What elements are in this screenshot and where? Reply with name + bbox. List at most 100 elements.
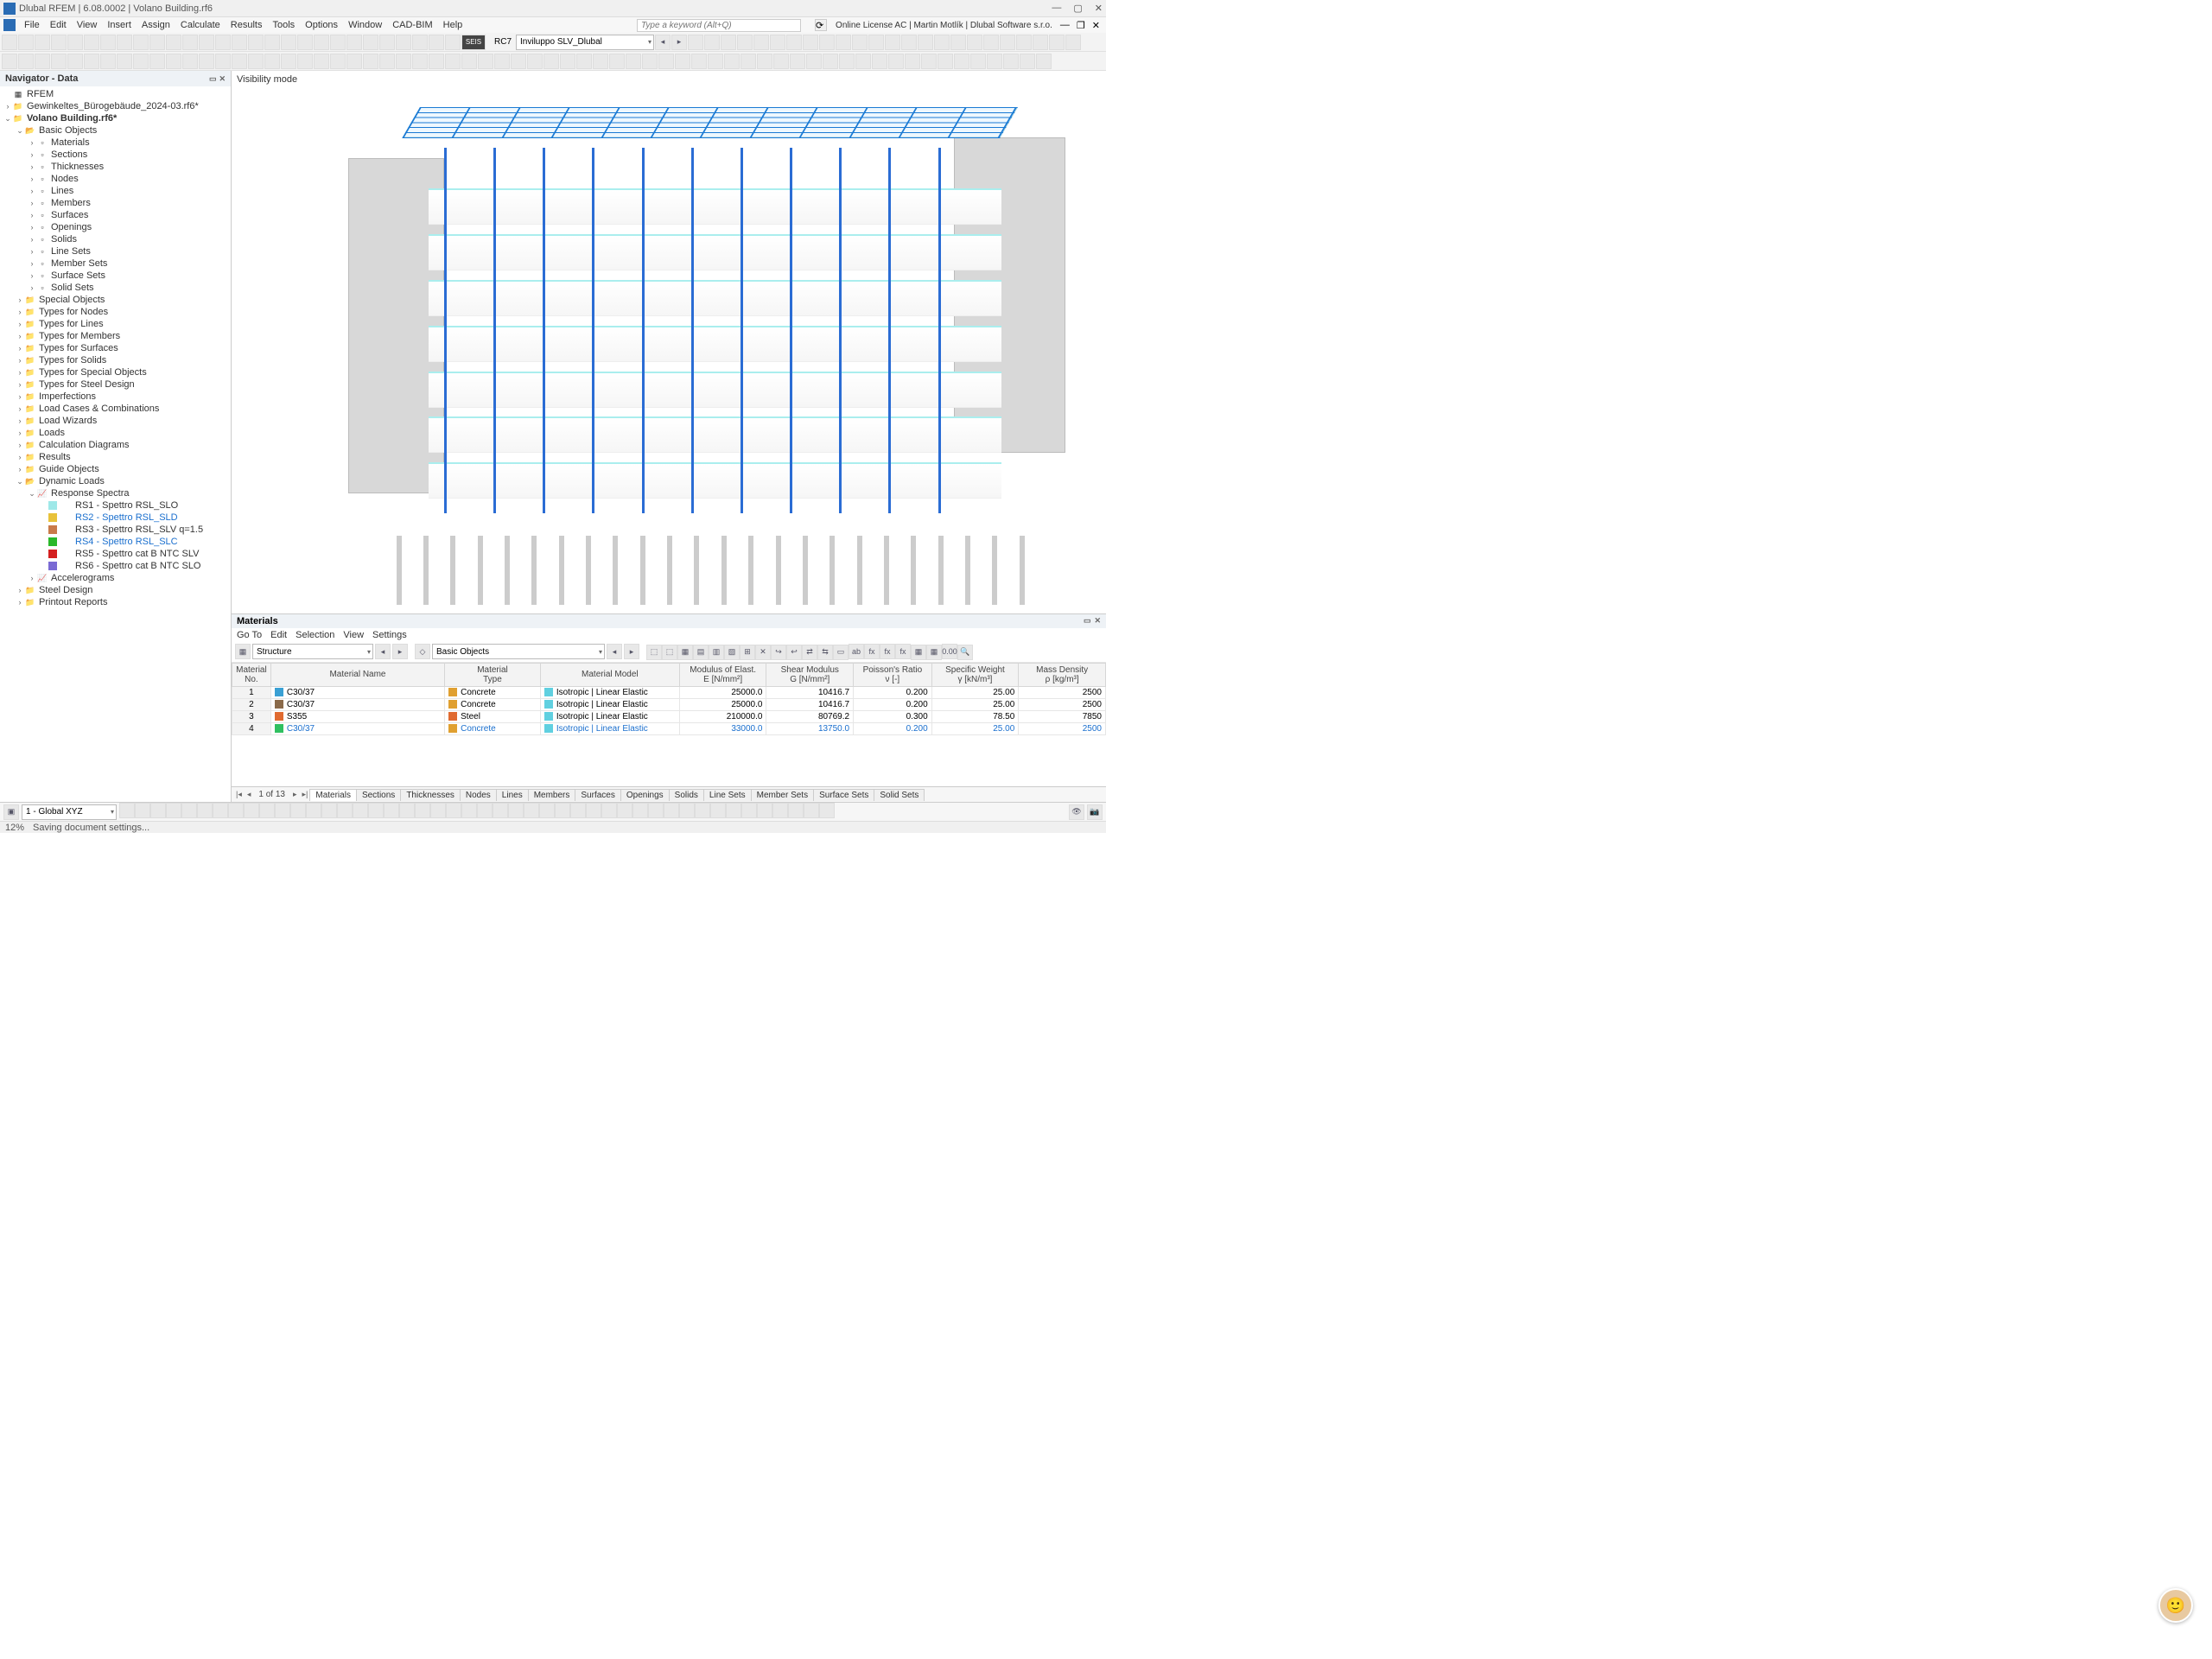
col-header[interactable]: MaterialNo. [232,663,271,686]
tb2-btn-5[interactable] [84,54,99,69]
panel-tool-10[interactable]: ⇄ [802,645,817,660]
bottombar-btn-45[interactable] [819,803,835,818]
tree-item[interactable]: ›▫Solids [0,233,231,245]
bottombar-btn-9[interactable] [259,803,275,818]
tb1-btn-r1[interactable] [704,35,720,50]
bottombar-btn-20[interactable] [430,803,446,818]
panel-tool-20[interactable]: 🔍 [957,645,973,660]
tab-members[interactable]: Members [528,789,576,801]
tb1-btn-13[interactable] [215,35,231,50]
tab-first-button[interactable]: |◂ [233,790,245,799]
bottombar-btn-16[interactable] [368,803,384,818]
tb2-btn-20[interactable] [330,54,346,69]
bottombar-btn-25[interactable] [508,803,524,818]
bottombar-btn-14[interactable] [337,803,353,818]
tab-nodes[interactable]: Nodes [460,789,497,801]
tb2-btn-42[interactable] [691,54,707,69]
tb1-btn-0[interactable] [2,35,17,50]
bottombar-btn-5[interactable] [197,803,213,818]
tb2-btn-21[interactable] [346,54,362,69]
tab-surfaces[interactable]: Surfaces [575,789,620,801]
bottombar-btn-35[interactable] [664,803,679,818]
tab-sections[interactable]: Sections [356,789,401,801]
tb2-btn-49[interactable] [806,54,822,69]
sync-icon[interactable]: ⟳ [815,19,827,31]
global-xyz-combo[interactable]: 1 - Global XYZ [22,804,117,820]
tb2-btn-48[interactable] [790,54,805,69]
materials-table[interactable]: MaterialNo.Material NameMaterialTypeMate… [232,663,1106,735]
tb2-btn-7[interactable] [117,54,132,69]
table-row[interactable]: 1 C30/37 Concrete Isotropic | Linear Ela… [232,686,1106,698]
tb2-btn-28[interactable] [461,54,477,69]
tb2-btn-2[interactable] [35,54,50,69]
tree-item[interactable]: RS6 - Spettro cat B NTC SLO [0,560,231,572]
tb2-btn-47[interactable] [773,54,789,69]
close-button[interactable]: ✕ [1095,3,1103,14]
tree-item[interactable]: RS1 - Spettro RSL_SLO [0,499,231,512]
tb2-btn-27[interactable] [445,54,461,69]
panel-tool-4[interactable]: ▥ [709,645,724,660]
combo-next[interactable]: ▸ [671,35,687,50]
display-icon[interactable]: ▣ [3,804,19,820]
tb1-btn-r0[interactable] [688,35,703,50]
col-header[interactable]: MaterialType [445,663,541,686]
bottombar-btn-41[interactable] [757,803,772,818]
tb1-btn-16[interactable] [264,35,280,50]
tree-item[interactable]: ›📁Types for Members [0,330,231,342]
tab-surface-sets[interactable]: Surface Sets [813,789,874,801]
nav-prev2-button[interactable]: ◂ [607,644,622,659]
bottombar-btn-39[interactable] [726,803,741,818]
bottombar-btn-37[interactable] [695,803,710,818]
bottombar-btn-19[interactable] [415,803,430,818]
basic-objects-icon[interactable]: ◇ [415,644,430,659]
tree-item[interactable]: ›📁Imperfections [0,391,231,403]
tb1-btn-r8[interactable] [819,35,835,50]
tab-thicknesses[interactable]: Thicknesses [400,789,461,801]
tb2-btn-50[interactable] [823,54,838,69]
bottombar-btn-40[interactable] [741,803,757,818]
tb1-btn-r23[interactable] [1065,35,1081,50]
panel-tool-1[interactable]: ⬚ [662,645,677,660]
camera-icon[interactable]: 📷 [1087,804,1103,820]
tree-item[interactable]: ⌄📂Dynamic Loads [0,475,231,487]
panel-undock-button[interactable]: ▭ [1084,616,1091,626]
tree-item[interactable]: ›📁Loads [0,427,231,439]
bottombar-btn-3[interactable] [166,803,181,818]
assistant-avatar[interactable]: 🙂 [2158,1588,2193,1623]
tree-item[interactable]: ⌄📁Volano Building.rf6* [0,112,231,124]
bottombar-btn-1[interactable] [135,803,150,818]
seis-button[interactable]: SEIS [461,35,486,50]
tb1-btn-r14[interactable] [918,35,933,50]
tb1-btn-7[interactable] [117,35,132,50]
tab-solid-sets[interactable]: Solid Sets [874,789,925,801]
tb1-btn-r2[interactable] [721,35,736,50]
col-header[interactable]: Shear Modulus G [N/mm²] [766,663,854,686]
tb2-btn-44[interactable] [724,54,740,69]
tb1-btn-r6[interactable] [786,35,802,50]
panel-tool-15[interactable]: fx [880,644,895,659]
tree-item[interactable]: RS2 - Spettro RSL_SLD [0,512,231,524]
tb1-btn-r11[interactable] [868,35,884,50]
col-header[interactable]: Specific Weight γ [kN/m³] [931,663,1019,686]
tb1-btn-27[interactable] [445,35,461,50]
tree-item[interactable]: ›📁Types for Solids [0,354,231,366]
tree-item[interactable]: ›▫Openings [0,221,231,233]
bottombar-btn-13[interactable] [321,803,337,818]
tree-item[interactable]: ›📁Types for Special Objects [0,366,231,378]
bottombar-btn-34[interactable] [648,803,664,818]
tree-item[interactable]: ›▫Solid Sets [0,282,231,294]
tb1-btn-15[interactable] [248,35,264,50]
tb2-btn-37[interactable] [609,54,625,69]
doc-restore-button[interactable]: ❐ [1074,20,1088,31]
tb1-btn-11[interactable] [182,35,198,50]
tab-openings[interactable]: Openings [620,789,670,801]
tree-item[interactable]: RS5 - Spettro cat B NTC SLV [0,548,231,560]
bottombar-btn-28[interactable] [555,803,570,818]
tb1-btn-r9[interactable] [836,35,851,50]
tab-lines[interactable]: Lines [496,789,529,801]
tb1-btn-22[interactable] [363,35,378,50]
bottombar-btn-31[interactable] [601,803,617,818]
bottombar-btn-12[interactable] [306,803,321,818]
bottombar-btn-43[interactable] [788,803,804,818]
tree-item[interactable]: ›▫Member Sets [0,257,231,270]
